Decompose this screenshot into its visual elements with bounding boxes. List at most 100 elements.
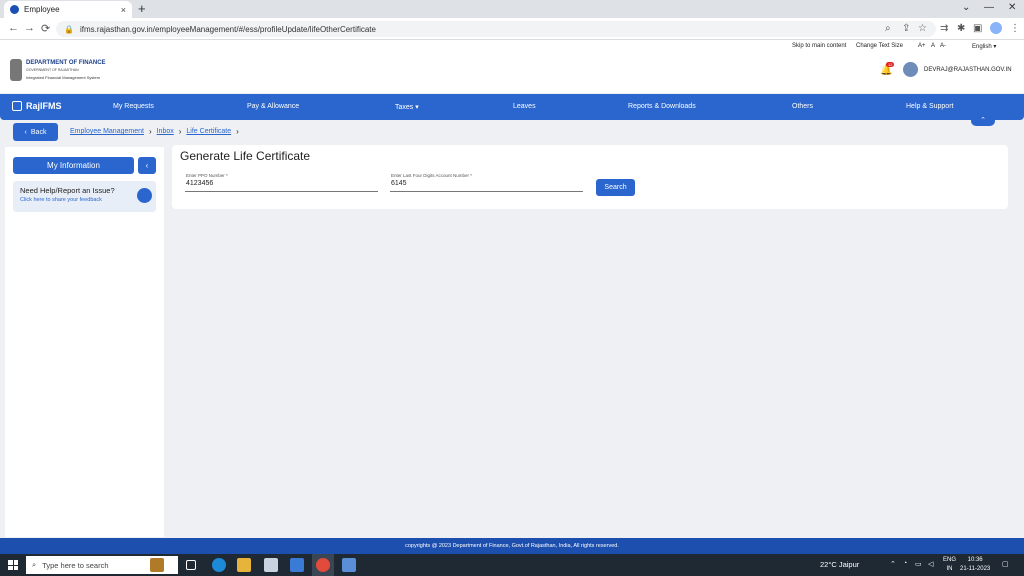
system-name: Integrated Financial Management System [26,75,101,80]
change-text-size-label: Change Text Size [856,43,903,49]
life-certificate-card: Generate Life Certificate Enter PPO Numb… [172,145,1008,209]
nav-others[interactable]: Others [792,103,813,110]
store-icon[interactable] [264,558,278,572]
taskbar-search-placeholder: Type here to search [42,560,109,570]
briefcase-icon[interactable] [150,558,164,572]
search-icon: ⌕ [32,560,37,569]
reload-icon[interactable]: ⟳ [41,22,50,35]
notification-count-badge: 12 [886,62,895,67]
ppo-number-input[interactable] [186,180,366,187]
mail-icon[interactable] [290,558,304,572]
display-icon[interactable]: ▭ [915,560,922,568]
chevron-right-icon: › [148,127,152,136]
menu-kebab-icon[interactable]: ⋮ [1010,23,1020,34]
government-name: GOVERNMENT OF RAJASTHAN [26,68,79,72]
lock-icon: 🔒 [64,24,74,34]
breadcrumb-life-certificate[interactable]: Life Certificate [186,128,231,135]
help-title: Need Help/Report an Issue? [20,186,115,195]
weather-widget[interactable]: 22°C Jaipur [820,560,859,569]
profile-avatar-icon[interactable] [990,22,1002,34]
ppo-number-label: Enter PPO Number * [186,173,228,178]
forward-arrow-icon[interactable]: → [24,22,35,34]
address-bar: ← → ⟳ 🔒 ifms.rajasthan.gov.in/employeeMa… [0,18,1024,40]
chevron-right-icon: › [178,127,182,136]
ppo-number-field: Enter PPO Number * [185,170,378,192]
zoom-icon[interactable]: ⌕ [885,23,891,34]
account-number-label: Enter Last Four Digits Account Number * [391,173,473,178]
account-number-input[interactable] [391,180,571,187]
browser-tab-bar: Employee × + ⌄ — ✕ [0,0,1024,18]
clock-time: 10:36 [967,557,983,563]
extensions-icon[interactable]: ✱ [957,23,965,34]
help-feedback-link[interactable]: Click here to share your feedback [20,197,102,203]
url-input[interactable]: 🔒 ifms.rajasthan.gov.in/employeeManageme… [56,21,936,37]
main-nav: RajIFMS My Requests Pay & Allowance Taxe… [0,94,1024,120]
breadcrumb: Employee Management › Inbox › Life Certi… [70,127,239,136]
chevron-right-icon: › [236,127,239,136]
back-button[interactable]: ‹ Back [13,123,58,141]
nav-pay-allowance[interactable]: Pay & Allowance [247,103,299,110]
sidepanel-icon[interactable]: ▣ [973,23,982,34]
bookmark-star-icon[interactable]: ☆ [918,23,927,34]
windows-start-icon[interactable] [8,560,18,570]
tab-title: Employee [24,5,60,14]
app-icon[interactable] [342,558,356,572]
collapse-header-chevron-up-icon[interactable]: ⌃ [971,116,995,126]
footer: copyrights @ 2023 Department of Finance,… [0,538,1024,554]
back-arrow-icon[interactable]: ← [8,22,19,34]
rajifms-logo-icon [12,101,22,111]
help-feedback-card[interactable]: Need Help/Report an Issue? Click here to… [13,181,156,212]
department-name: DEPARTMENT OF FINANCE [26,60,106,66]
text-increase-button[interactable]: A+ [918,43,926,49]
my-information-button[interactable]: My Information [13,157,134,174]
nav-my-requests[interactable]: My Requests [113,103,154,110]
favicon-icon [10,5,19,14]
chrome-icon[interactable] [316,558,330,572]
sidebar: My Information ‹ Need Help/Report an Iss… [5,147,164,537]
language-indicator[interactable]: ENG IN [943,556,956,574]
breadcrumb-inbox[interactable]: Inbox [157,128,174,135]
utility-bar: Skip to main content Change Text Size A+… [0,40,1024,53]
back-label: Back [30,128,47,136]
new-tab-icon[interactable]: + [138,1,146,16]
chat-bubble-icon [137,188,152,203]
user-email[interactable]: DEVRAJ@RAJASTHAN.GOV.IN [924,67,1012,73]
edge-browser-icon[interactable] [212,558,226,572]
emblem-logo [10,59,22,81]
clock-date: 21-11-2023 [960,566,991,572]
skip-link[interactable]: Skip to main content [792,43,846,49]
rajifms-logo[interactable]: RajIFMS [12,101,62,111]
tab-close-icon[interactable]: × [121,5,126,15]
language-code: ENG [943,557,957,563]
volume-icon[interactable]: ◁ [928,560,933,568]
notification-center-icon[interactable]: ▢ [1002,560,1009,568]
language-select[interactable]: English ▾ [972,43,996,50]
user-avatar[interactable] [903,62,918,77]
minimize-icon[interactable]: — [984,2,994,13]
region-code: IN [946,566,953,572]
browser-tab[interactable]: Employee × [4,1,132,18]
tray-chevron-up-icon[interactable]: ⌃ [890,560,896,568]
url-text: ifms.rajasthan.gov.in/employeeManagement… [79,24,376,34]
close-window-icon[interactable]: ✕ [1008,2,1016,13]
site-header: DEPARTMENT OF FINANCE GOVERNMENT OF RAJA… [0,53,1024,93]
nav-reports-downloads[interactable]: Reports & Downloads [628,103,696,110]
file-explorer-icon[interactable] [237,558,251,572]
windows-taskbar: ⌕ Type here to search 22°C Jaipur ⌃ ◔ ▭ … [0,554,1024,576]
nav-help-support[interactable]: Help & Support [906,103,953,110]
brand-name: RajIFMS [26,101,62,111]
cast-icon[interactable]: ⇉ [940,23,948,34]
nav-taxes[interactable]: Taxes ▾ [395,103,419,111]
text-decrease-button[interactable]: A- [940,43,946,49]
breadcrumb-employee-management[interactable]: Employee Management [70,128,144,135]
search-button[interactable]: Search [596,179,635,196]
page-title: Generate Life Certificate [180,149,311,163]
text-normal-button[interactable]: A [931,43,935,49]
taskbar-clock[interactable]: 10:36 21-11-2023 [960,556,990,574]
tab-search-icon[interactable]: ⌄ [962,2,970,13]
nav-leaves[interactable]: Leaves [513,103,536,110]
sidebar-collapse-chevron-left-icon[interactable]: ‹ [138,157,156,174]
task-view-icon[interactable] [186,560,196,570]
network-icon[interactable]: ◔ [903,560,907,567]
share-icon[interactable]: ⇪ [902,23,910,34]
